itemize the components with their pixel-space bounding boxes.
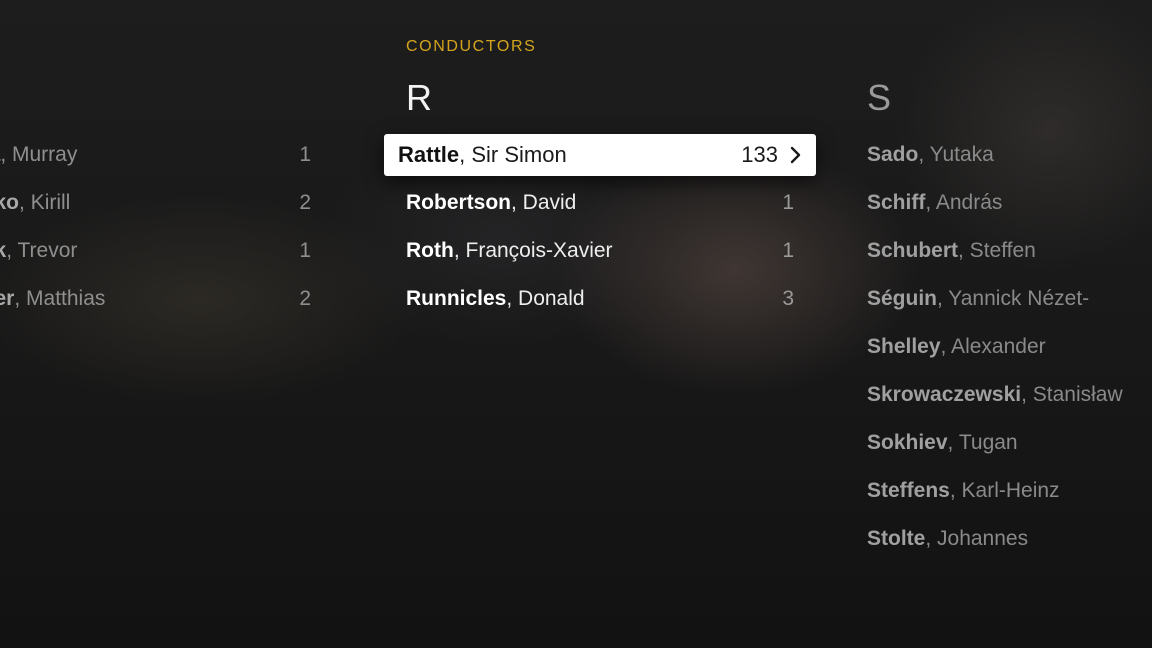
conductor-first-name: , Kirill xyxy=(19,191,71,214)
conductor-last-name: Roth xyxy=(406,239,454,262)
conductor-first-name: , Matthias xyxy=(14,287,106,310)
list-item-focused[interactable]: Rattle, Sir Simon 133 xyxy=(384,134,816,176)
conductor-first-name: , David xyxy=(511,191,577,214)
conductor-last-name: Sokhiev xyxy=(867,431,948,454)
conductor-last-name: Rattle xyxy=(398,142,460,167)
list-item[interactable]: Skrowaczewski, Stanisław xyxy=(867,375,1123,415)
conductor-last-name: Steffens xyxy=(867,479,950,502)
chevron-right-icon xyxy=(790,146,801,164)
album-count: 1 xyxy=(782,239,794,262)
conductor-first-name: , András xyxy=(925,191,1003,214)
conductor-column-s: S Sado, Yutaka Schiff, András Schubert, … xyxy=(867,0,1152,648)
list-item[interactable]: Runnicles, Donald 3 xyxy=(406,279,794,319)
list-item[interactable]: Robertson, David 1 xyxy=(406,183,794,223)
album-count: 133 xyxy=(741,142,778,167)
conductor-last-name: Schubert xyxy=(867,239,959,262)
conductor-column-previous: nia, Murray 1 enko, Kirill 2 ock, Trevor… xyxy=(0,0,312,648)
list-item[interactable]: ock, Trevor 1 xyxy=(0,231,311,271)
conductor-first-name: , Murray xyxy=(0,143,78,166)
conductor-last-name: Stolte xyxy=(867,527,926,550)
list-item[interactable]: Séguin, Yannick Nézet- xyxy=(867,279,1089,319)
conductor-first-name: , Alexander xyxy=(940,335,1046,358)
conductor-first-name: , Trevor xyxy=(6,239,78,262)
conductor-first-name: , Yannick Nézet- xyxy=(937,287,1090,310)
conductor-last-name: Schiff xyxy=(867,191,926,214)
list-item[interactable]: cher, Matthias 2 xyxy=(0,279,311,319)
conductor-first-name: , Tugan xyxy=(947,431,1018,454)
column-letter: S xyxy=(867,77,892,118)
list-item[interactable]: Shelley, Alexander xyxy=(867,327,1046,367)
album-count: 2 xyxy=(299,287,311,310)
conductor-last-name: Séguin xyxy=(867,287,938,310)
list-item[interactable]: Steffens, Karl-Heinz xyxy=(867,471,1060,511)
conductor-first-name: , Donald xyxy=(506,287,585,310)
list-item[interactable]: Stolte, Johannes xyxy=(867,519,1028,559)
list-item[interactable]: Sokhiev, Tugan xyxy=(867,423,1018,463)
album-count: 1 xyxy=(782,191,794,214)
conductor-first-name: , Sir Simon xyxy=(459,142,567,167)
section-title: CONDUCTORS xyxy=(406,38,537,55)
list-item[interactable]: enko, Kirill 2 xyxy=(0,183,311,223)
conductor-last-name: cher xyxy=(0,287,15,310)
list-item[interactable]: Sado, Yutaka xyxy=(867,135,994,175)
album-count: 2 xyxy=(299,191,311,214)
conductor-last-name: Shelley xyxy=(867,335,941,358)
list-item[interactable]: Schubert, Steffen xyxy=(867,231,1036,271)
album-count: 3 xyxy=(782,287,794,310)
conductor-first-name: , Steffen xyxy=(958,239,1036,262)
list-item[interactable]: Schiff, András xyxy=(867,183,1002,223)
conductor-last-name: enko xyxy=(0,191,20,214)
album-count: 1 xyxy=(299,239,311,262)
conductor-first-name: , Karl-Heinz xyxy=(949,479,1060,502)
column-letter: R xyxy=(406,77,432,118)
list-item[interactable]: nia, Murray 1 xyxy=(0,135,311,175)
conductor-last-name: Skrowaczewski xyxy=(867,383,1022,406)
conductor-first-name: , Stanisław xyxy=(1021,383,1123,406)
conductor-last-name: Robertson xyxy=(406,191,511,214)
conductor-last-name: Runnicles xyxy=(406,287,507,310)
conductor-first-name: , Johannes xyxy=(925,527,1029,550)
album-count: 1 xyxy=(299,143,311,166)
list-item[interactable]: Roth, François-Xavier 1 xyxy=(406,231,794,271)
conductor-first-name: , Yutaka xyxy=(918,143,994,166)
conductor-last-name: Sado xyxy=(867,143,919,166)
conductor-first-name: , François-Xavier xyxy=(453,239,613,262)
